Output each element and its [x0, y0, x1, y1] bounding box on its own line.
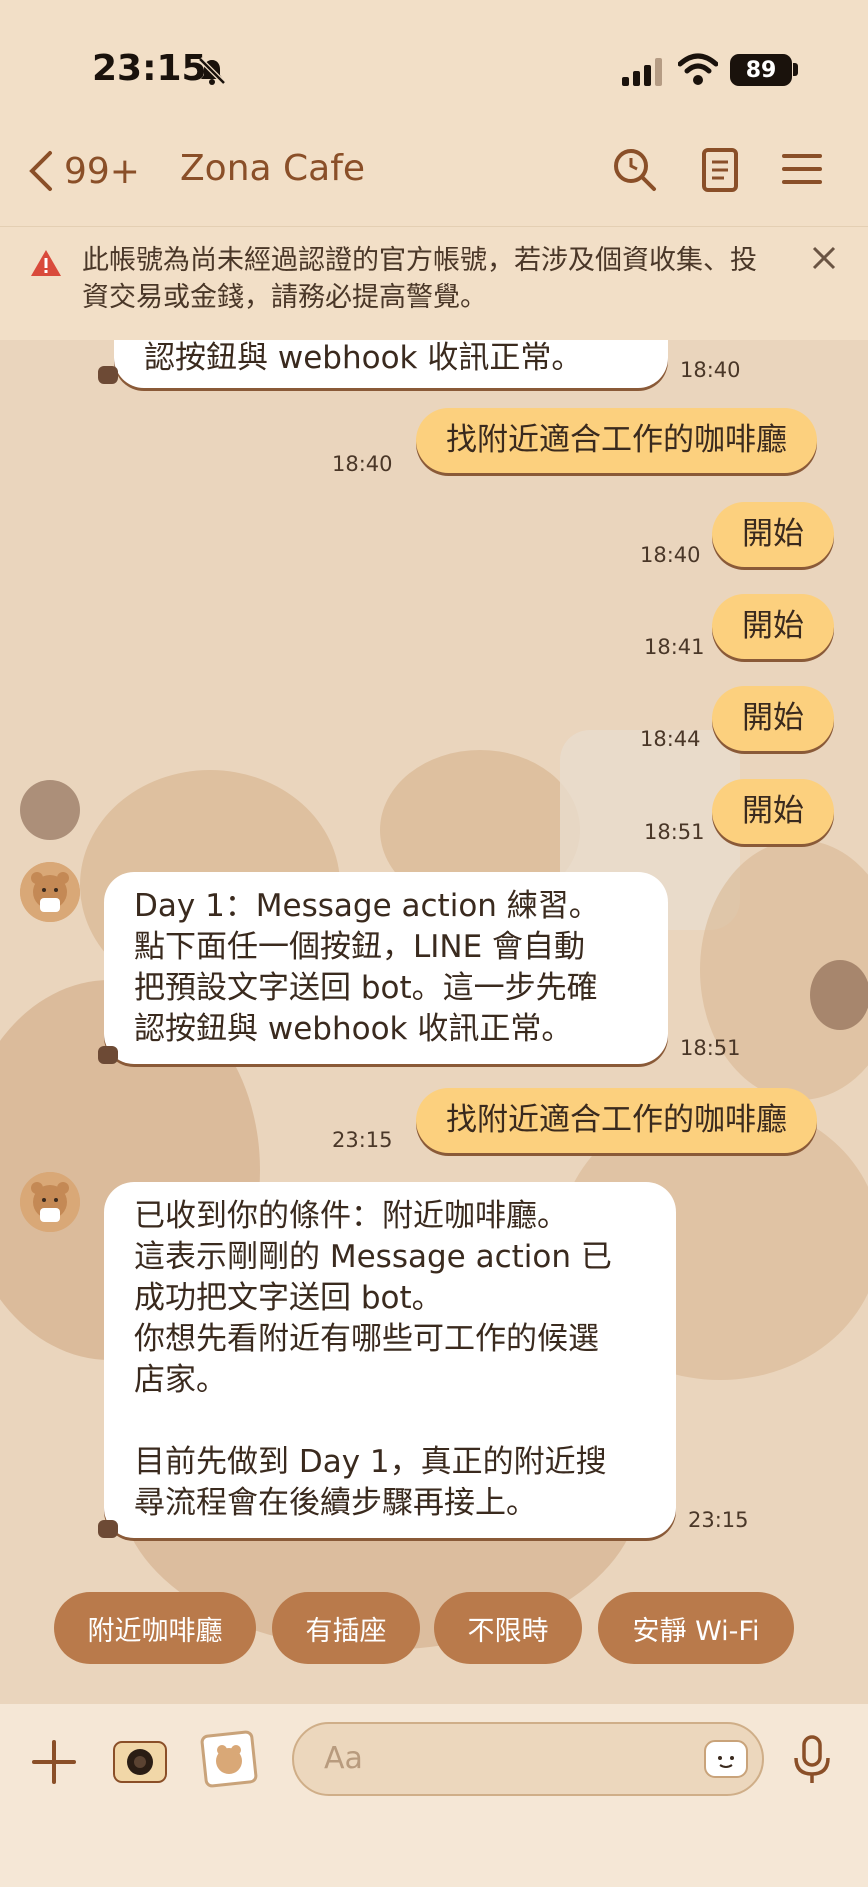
bell-muted-icon: [198, 57, 226, 85]
message-text: 開始: [742, 516, 804, 552]
outgoing-message: 開始: [712, 594, 834, 659]
camera-icon[interactable]: [110, 1732, 170, 1788]
message-time: 23:15: [332, 1128, 393, 1152]
outgoing-message: 開始: [712, 502, 834, 567]
message-line: 這表示剛剛的 Message action 已: [134, 1239, 612, 1275]
incoming-message: Day 1：Message action 練習。 點下面任一個按鈕，LINE 會…: [104, 872, 668, 1064]
message-line: 你想先看附近有哪些可工作的候選: [134, 1321, 599, 1357]
message-line: 已收到你的條件：附近咖啡廳。: [134, 1198, 568, 1234]
close-icon[interactable]: [810, 244, 838, 272]
warning-icon: [31, 250, 61, 276]
message-time: 18:40: [332, 452, 393, 476]
message-line: Day 1：Message action 練習。: [134, 888, 600, 924]
sticker-deco-icon: [98, 1046, 118, 1064]
message-time: 18:40: [640, 543, 701, 567]
sticker-deco-icon: [98, 1520, 118, 1538]
quick-reply-nearby-cafe[interactable]: 附近咖啡廳: [54, 1592, 256, 1664]
battery-tip: [793, 63, 798, 76]
sticker-icon[interactable]: [702, 1738, 750, 1780]
message-line: 尋流程會在後續步驟再接上。: [134, 1485, 537, 1521]
message-time: 18:51: [680, 1036, 741, 1060]
status-time: 23:15: [92, 48, 207, 89]
battery-level: 89: [730, 54, 792, 86]
outgoing-message: 開始: [712, 779, 834, 844]
bear-avatar-icon: [20, 862, 80, 922]
message-time: 18:40: [680, 358, 741, 382]
incoming-message: 認按鈕與 webhook 收訊正常。: [114, 340, 668, 388]
quick-reply-no-time-limit[interactable]: 不限時: [434, 1592, 582, 1664]
sticker-deco-icon: [98, 366, 118, 384]
message-line: 點下面任一個按鈕，LINE 會自動: [134, 929, 586, 965]
message-line: [134, 1401, 646, 1442]
outgoing-message: 找附近適合工作的咖啡廳: [416, 1088, 817, 1153]
chat-title: Zona Cafe: [180, 148, 366, 189]
chevron-left-icon: [29, 151, 52, 191]
outgoing-message: 開始: [712, 686, 834, 751]
plus-icon[interactable]: [30, 1738, 78, 1786]
unread-count: 99+: [64, 150, 140, 192]
warning-text: 此帳號為尚未經過認證的官方帳號，若涉及個資收集、投資交易或金錢，請務必提高警覺。: [82, 245, 757, 313]
message-line: 店家。: [134, 1362, 227, 1398]
wifi-icon: [678, 53, 718, 85]
message-line: 認按鈕與 webhook 收訊正常。: [134, 1011, 573, 1047]
message-time: 18:44: [640, 727, 701, 751]
message-time: 18:41: [644, 635, 705, 659]
incoming-message: 已收到你的條件：附近咖啡廳。 這表示剛剛的 Message action 已 成…: [104, 1182, 676, 1538]
outgoing-message: 找附近適合工作的咖啡廳: [416, 408, 817, 473]
menu-icon[interactable]: [778, 142, 826, 196]
bot-avatar[interactable]: [20, 1172, 80, 1232]
message-text: 開始: [742, 608, 804, 644]
bear-avatar-icon: [20, 1172, 80, 1232]
microphone-icon[interactable]: [790, 1734, 834, 1786]
message-line: 目前先做到 Day 1，真正的附近搜: [134, 1444, 607, 1480]
message-line: 把預設文字送回 bot。這一步先確: [134, 970, 598, 1006]
message-text: 開始: [742, 700, 804, 736]
quick-reply-quiet-wifi[interactable]: 安靜 Wi-Fi: [598, 1592, 794, 1664]
message-text: 認按鈕與 webhook 收訊正常。: [144, 340, 583, 376]
cellular-signal-icon: [622, 58, 662, 86]
message-line: 成功把文字送回 bot。: [134, 1280, 443, 1316]
search-icon[interactable]: [610, 142, 658, 196]
notes-icon[interactable]: [696, 142, 744, 196]
bot-avatar[interactable]: [20, 862, 80, 922]
message-text: 找附近適合工作的咖啡廳: [446, 422, 787, 458]
back-button[interactable]: 99+: [28, 146, 140, 196]
message-text: 開始: [742, 793, 804, 829]
message-text: 找附近適合工作的咖啡廳: [446, 1102, 787, 1138]
message-input[interactable]: Aa: [292, 1722, 764, 1796]
message-time: 18:51: [644, 820, 705, 844]
quick-reply-outlet[interactable]: 有插座: [272, 1592, 420, 1664]
message-time: 23:15: [688, 1508, 749, 1532]
gallery-icon[interactable]: [198, 1728, 260, 1790]
